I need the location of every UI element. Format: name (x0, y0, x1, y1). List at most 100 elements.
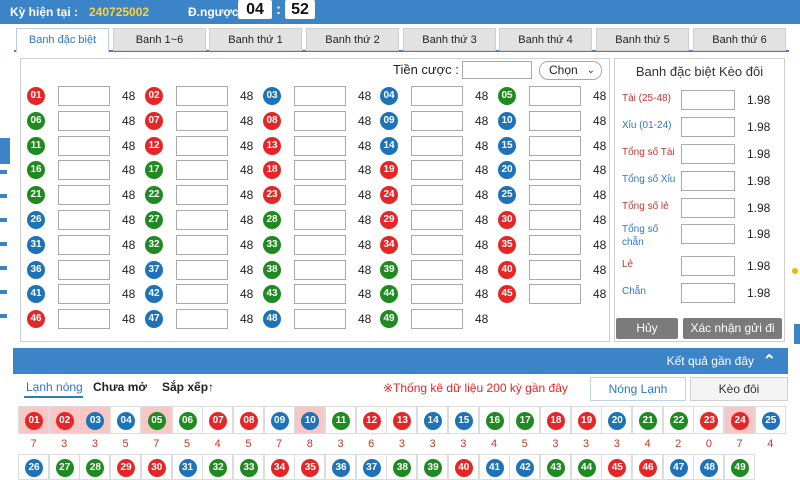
bet-amount-input[interactable] (529, 110, 581, 131)
result-count: 3 (61, 438, 68, 450)
result-cell: 15 (447, 406, 479, 434)
bet-amount-input[interactable] (176, 110, 228, 131)
tab-sort-asc[interactable]: Sắp xếp↑ (162, 380, 214, 394)
bet-amount-input[interactable] (176, 185, 228, 206)
bet-amount-input[interactable] (529, 135, 581, 156)
side-bet-input[interactable] (681, 256, 735, 276)
bet-amount-input[interactable] (411, 309, 463, 330)
bet-amount-input[interactable] (529, 160, 581, 181)
tab-hot-cold-right[interactable]: Nóng Lạnh (590, 377, 686, 401)
bet-amount-input[interactable] (411, 160, 463, 181)
bet-amount-input[interactable] (411, 259, 463, 280)
bet-amount-input[interactable] (411, 135, 463, 156)
bet-amount-input[interactable] (58, 86, 110, 106)
tab-ball-2[interactable]: Banh thứ 2 (306, 28, 399, 51)
confirm-submit-button[interactable]: Xác nhận gửi đi (683, 318, 782, 339)
tab-ball-4[interactable]: Banh thứ 4 (499, 28, 592, 51)
choose-select[interactable]: Chọn ⌄ (539, 61, 602, 80)
bet-amount-input[interactable] (294, 185, 346, 206)
bet-amount-input[interactable] (411, 284, 463, 305)
tab-pair-odds[interactable]: Kèo đôi (690, 377, 788, 401)
result-cell: 17 (509, 406, 541, 434)
odds-value: 48 (593, 89, 607, 103)
bet-amount-input[interactable] (176, 259, 228, 280)
side-bet-input[interactable] (681, 90, 735, 110)
bet-amount-input[interactable] (58, 284, 110, 305)
stake-input[interactable] (462, 61, 532, 79)
side-bet-input[interactable] (681, 224, 735, 244)
bet-amount-input[interactable] (58, 259, 110, 280)
result-ball: 33 (239, 459, 258, 477)
bet-amount-input[interactable] (294, 234, 346, 255)
bet-amount-input[interactable] (411, 185, 463, 206)
bet-amount-input[interactable] (176, 234, 228, 255)
side-bet-input[interactable] (681, 117, 735, 137)
side-bet-input[interactable] (681, 283, 735, 303)
side-bet-input[interactable] (681, 171, 735, 191)
chevron-up-icon[interactable]: ⌃ (763, 351, 776, 371)
bet-amount-input[interactable] (529, 185, 581, 206)
tab-hot-cold[interactable]: Lạnh nóng (26, 380, 83, 394)
tab-special-ball[interactable]: Banh đặc biệt (16, 28, 109, 53)
tab-ball-1[interactable]: Banh thứ 1 (209, 28, 302, 51)
bet-amount-input[interactable] (58, 309, 110, 330)
result-ball: 30 (147, 459, 166, 477)
result-count: 4 (214, 438, 221, 450)
bet-amount-input[interactable] (58, 234, 110, 255)
recent-results-bar[interactable]: Kết quả gần đây ⌃ (13, 348, 788, 374)
bet-amount-input[interactable] (294, 259, 346, 280)
period-value: 240725002 (89, 5, 150, 19)
bet-amount-input[interactable] (529, 210, 581, 230)
bet-amount-input[interactable] (176, 210, 228, 230)
bet-amount-input[interactable] (411, 210, 463, 230)
bet-amount-input[interactable] (294, 160, 346, 181)
bet-amount-input[interactable] (58, 210, 110, 230)
tab-ball-3[interactable]: Banh thứ 3 (403, 28, 496, 51)
bet-amount-input[interactable] (176, 309, 228, 330)
result-cell: 46 (632, 454, 663, 480)
bet-amount-input[interactable] (58, 110, 110, 131)
bet-amount-input[interactable] (58, 185, 110, 206)
odds-value: 48 (593, 188, 607, 203)
bet-amount-input[interactable] (58, 135, 110, 156)
result-cell: 32 (202, 454, 234, 480)
bet-amount-input[interactable] (411, 86, 463, 106)
bet-amount-input[interactable] (176, 135, 228, 156)
bet-amount-input[interactable] (529, 234, 581, 255)
bet-amount-input[interactable] (294, 309, 346, 330)
bet-amount-input[interactable] (529, 284, 581, 305)
bet-amount-input[interactable] (176, 284, 228, 305)
side-bet-input[interactable] (681, 198, 735, 218)
result-cell: 40 (447, 454, 479, 480)
result-ball: 42 (516, 459, 535, 477)
bet-amount-input[interactable] (294, 284, 346, 305)
odds-value: 48 (122, 89, 136, 103)
tab-ball-6[interactable]: Banh thứ 6 (693, 28, 786, 51)
result-count: 4 (490, 438, 498, 450)
result-count: 5 (122, 438, 129, 450)
bet-amount-input[interactable] (294, 135, 346, 156)
tab-balls-1-6[interactable]: Banh 1~6 (113, 28, 206, 51)
stats-note: ※Thống kê dữ liệu 200 kỳ gần đây (383, 381, 568, 395)
bet-amount-input[interactable] (411, 110, 463, 131)
result-cell: 08 (232, 406, 264, 434)
tab-not-opened[interactable]: Chưa mở (93, 380, 147, 394)
bet-amount-input[interactable] (411, 234, 463, 255)
bet-amount-input[interactable] (294, 210, 346, 230)
odds-value: 48 (122, 113, 136, 128)
bet-amount-input[interactable] (529, 86, 581, 106)
odds-value: 48 (240, 89, 254, 103)
bet-amount-input[interactable] (176, 160, 228, 181)
number-ball: 11 (27, 136, 45, 155)
number-ball: 14 (380, 136, 398, 155)
cancel-button[interactable]: Hủy (616, 318, 678, 339)
side-bet-input[interactable] (681, 144, 735, 164)
left-edge-marker (0, 170, 7, 174)
top-bar: Kỳ hiện tại : 240725002 Đ.ngược : 04 : 5… (0, 0, 800, 24)
tab-ball-5[interactable]: Banh thứ 5 (596, 28, 689, 51)
bet-amount-input[interactable] (176, 86, 228, 106)
bet-amount-input[interactable] (58, 160, 110, 181)
bet-amount-input[interactable] (294, 110, 346, 131)
bet-amount-input[interactable] (294, 86, 346, 106)
bet-amount-input[interactable] (529, 259, 581, 280)
